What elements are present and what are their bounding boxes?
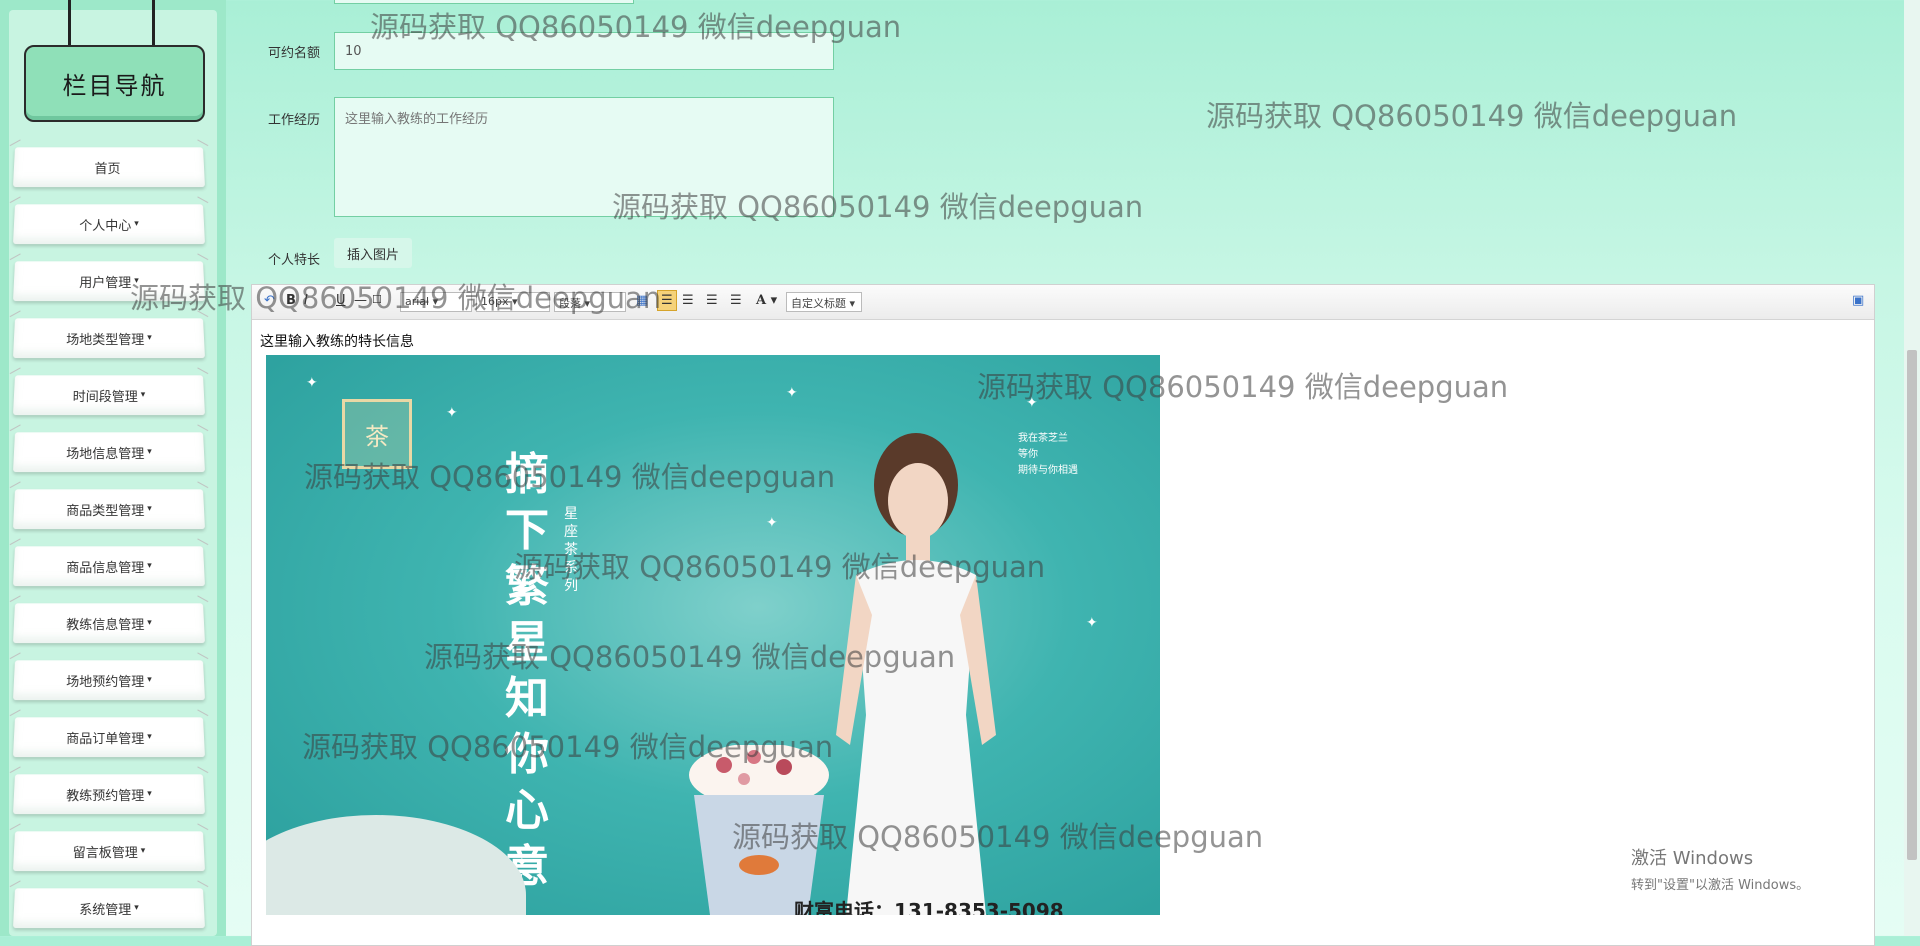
sidebar-item-product-info[interactable]: 商品信息管理 ▾ — [12, 546, 206, 587]
watermark: 源码获取 QQ86050149 微信deepguan — [130, 281, 662, 315]
poster-note-line: 等你 — [1018, 449, 1038, 460]
custom-title-value: 自定义标题 — [791, 297, 846, 310]
star-icon: ✦ — [786, 385, 798, 401]
poster-footer: 财富电话：131-8353-5098 — [794, 899, 1064, 915]
sidebar-item-label: 场地预约管理 — [66, 674, 145, 690]
sidebar-item-coach-info[interactable]: 教练信息管理 ▾ — [12, 603, 206, 644]
watermark: 源码获取 QQ86050149 微信deepguan — [1206, 99, 1738, 133]
sidebar-item-personal-center[interactable]: 个人中心 ▾ — [12, 204, 206, 245]
sidebar-item-product-orders[interactable]: 商品订单管理 ▾ — [12, 717, 206, 758]
chevron-down-icon: ▾ — [140, 390, 146, 400]
chevron-down-icon: ▾ — [140, 846, 146, 856]
poster-hill — [266, 815, 526, 915]
scrollbar-thumb[interactable] — [1907, 350, 1917, 860]
chevron-down-icon: ▾ — [134, 903, 139, 913]
sidebar-item-label: 场地类型管理 — [66, 332, 145, 348]
windows-activation-notice: 激活 Windows 转到"设置"以激活 Windows。 — [1631, 844, 1809, 893]
watermark: 源码获取 QQ86050149 微信deepguan — [304, 460, 836, 494]
poster-note: 我在茶芝兰 等你 期待与你相遇 — [1018, 431, 1078, 479]
sidebar-item-label: 商品订单管理 — [66, 731, 145, 747]
watermark: 源码获取 QQ86050149 微信deepguan — [302, 730, 834, 764]
sidebar-item-venue-booking[interactable]: 场地预约管理 ▾ — [12, 660, 206, 701]
sidebar-item-label: 商品类型管理 — [66, 503, 145, 519]
chevron-down-icon: ▾ — [147, 504, 152, 514]
align-right-icon[interactable]: ☰ — [706, 293, 718, 308]
sidebar-item-system[interactable]: 系统管理 ▾ — [12, 888, 206, 929]
sidebar-item-message-board[interactable]: 留言板管理 ▾ — [12, 831, 206, 872]
chevron-down-icon: ▾ — [147, 732, 152, 742]
sidebar-item-label: 场地信息管理 — [66, 446, 145, 462]
star-icon: ✦ — [306, 375, 318, 391]
watermark: 源码获取 QQ86050149 微信deepguan — [370, 10, 902, 44]
chevron-down-icon: ▾ — [147, 618, 152, 628]
fullscreen-icon[interactable]: ▣ — [1852, 293, 1864, 308]
experience-label: 工作经历 — [268, 113, 321, 128]
page-scrollbar[interactable] — [1904, 0, 1920, 936]
sidebar-item-label: 商品信息管理 — [66, 560, 145, 576]
sidebar-item-label: 教练预约管理 — [66, 788, 145, 804]
align-center-icon[interactable]: ☰ — [682, 293, 694, 308]
sidebar-item-label: 时间段管理 — [72, 389, 138, 405]
chevron-down-icon: ▾ — [147, 561, 152, 571]
chevron-down-icon: ▾ — [147, 333, 152, 343]
font-color-button[interactable]: A ▾ — [756, 293, 777, 308]
sidebar-item-label: 留言板管理 — [72, 845, 138, 861]
watermark: 源码获取 QQ86050149 微信deepguan — [424, 640, 956, 674]
poster-note-line: 我在茶芝兰 — [1018, 433, 1068, 444]
star-icon: ✦ — [446, 405, 458, 421]
sidebar-item-label: 教练信息管理 — [66, 617, 145, 633]
watermark: 源码获取 QQ86050149 微信deepguan — [612, 190, 1144, 224]
insert-image-button[interactable]: 插入图片 — [334, 238, 412, 268]
hanging-rope-left — [68, 0, 71, 46]
nav-title-board: 栏目导航 — [24, 45, 205, 122]
activation-subtitle: 转到"设置"以激活 Windows。 — [1631, 878, 1810, 893]
sidebar-item-coach-booking[interactable]: 教练预约管理 ▾ — [12, 774, 206, 815]
sidebar-item-label: 首页 — [94, 161, 121, 177]
chevron-down-icon: ▾ — [147, 789, 152, 799]
chevron-down-icon: ▾ — [134, 219, 139, 229]
watermark: 源码获取 QQ86050149 微信deepguan — [732, 820, 1264, 854]
sidebar-item-label: 系统管理 — [79, 902, 132, 918]
star-icon: ✦ — [1086, 615, 1098, 631]
sidebar-item-time-slots[interactable]: 时间段管理 ▾ — [12, 375, 206, 416]
sidebar-item-venue-info[interactable]: 场地信息管理 ▾ — [12, 432, 206, 473]
watermark: 源码获取 QQ86050149 微信deepguan — [977, 370, 1509, 404]
activation-title: 激活 Windows — [1631, 848, 1754, 869]
editor-content-text[interactable]: 这里输入教练的特长信息 — [260, 331, 414, 351]
font-color-letter: A — [756, 293, 767, 308]
sidebar-item-product-types[interactable]: 商品类型管理 ▾ — [12, 489, 206, 530]
watermark: 源码获取 QQ86050149 微信deepguan — [514, 550, 1046, 584]
chevron-down-icon: ▾ — [147, 675, 152, 685]
sidebar-item-label: 用户管理 — [79, 275, 132, 291]
poster-note-line: 期待与你相遇 — [1018, 465, 1078, 476]
hanging-rope-right — [152, 0, 155, 46]
align-justify-icon[interactable]: ☰ — [730, 293, 742, 308]
specialty-label: 个人特长 — [268, 253, 321, 268]
chevron-down-icon: ▾ — [147, 447, 152, 457]
custom-title-select[interactable]: 自定义标题 ▾ — [786, 292, 862, 312]
sidebar-item-venue-types[interactable]: 场地类型管理 ▾ — [12, 318, 206, 359]
sidebar: 栏目导航 首页 个人中心 ▾ 用户管理 ▾ 场地类型管理 ▾ 时间段管理 ▾ 场地信息管… — [0, 0, 226, 936]
sidebar-item-label: 个人中心 — [79, 218, 132, 234]
star-icon: ✦ — [766, 515, 778, 531]
sidebar-item-home[interactable]: 首页 — [12, 147, 206, 188]
quota-label: 可约名额 — [268, 46, 321, 61]
